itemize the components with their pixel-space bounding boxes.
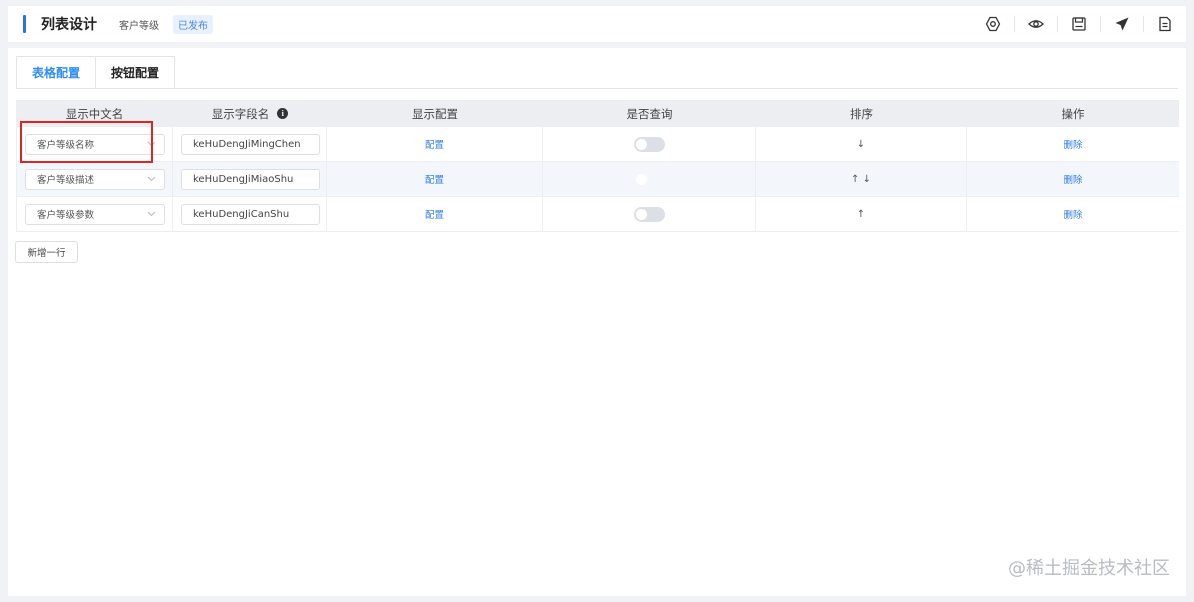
cn-name-value: 客户等级描述 (37, 175, 95, 186)
title-accent-bar (23, 15, 26, 33)
query-toggle[interactable] (633, 171, 665, 187)
sort-arrows[interactable]: ↑ (857, 209, 865, 220)
query-cell (543, 162, 756, 196)
config-link[interactable]: 配置 (425, 207, 444, 221)
delete-link[interactable]: 删除 (1063, 207, 1082, 221)
table-row: 客户等级名称 keHuDengJiMingChen 配置 ↓ 删除 (16, 127, 1179, 162)
query-cell (543, 197, 756, 231)
table-row: 客户等级参数 keHuDengJiCanShu 配置 ↑ 删除 (16, 197, 1179, 232)
column-header-sort: 排序 (850, 106, 873, 121)
query-cell (543, 127, 756, 161)
column-header-field-name: 显示字段名 i (173, 106, 327, 122)
display-config-cell: 配置 (327, 162, 543, 196)
config-tabs: 表格配置 按钮配置 (16, 56, 176, 89)
cn-name-cell: 客户等级名称 (16, 127, 173, 161)
add-row-button[interactable]: 新增一行 (15, 241, 78, 263)
field-name-input[interactable]: keHuDengJiMingChen (181, 133, 320, 155)
config-link[interactable]: 配置 (425, 137, 444, 151)
info-icon[interactable]: i (277, 108, 289, 119)
page-subtitle: 客户等级 (119, 20, 159, 32)
field-name-cell: keHuDengJiMiaoShu (173, 162, 327, 196)
header-toolbar (971, 6, 1186, 42)
save-button[interactable] (1057, 6, 1100, 42)
document-icon (1158, 16, 1171, 32)
status-badge: 已发布 (173, 14, 213, 34)
document-button[interactable] (1143, 6, 1186, 42)
preview-button[interactable] (1014, 6, 1057, 42)
column-header-cn-name: 显示中文名 (65, 106, 124, 121)
sort-arrows[interactable]: ↓ (857, 139, 865, 150)
query-toggle[interactable] (633, 206, 665, 222)
page-header: 列表设计 客户等级 已发布 (8, 6, 1186, 42)
sort-cell: ↑ ↓ (756, 162, 967, 196)
delete-link[interactable]: 删除 (1063, 172, 1082, 186)
main-panel: 表格配置 按钮配置 显示中文名 显示字段名 i 显示配置 是否查询 排序 操作 … (8, 48, 1186, 596)
send-icon (1115, 17, 1128, 31)
column-header-field-name-label: 显示字段名 (211, 106, 270, 121)
tab-table-config[interactable]: 表格配置 (16, 56, 97, 89)
column-header-actions: 操作 (1061, 106, 1085, 121)
field-name-cell: keHuDengJiMingChen (173, 127, 327, 161)
config-link[interactable]: 配置 (425, 172, 444, 186)
chevron-down-icon (147, 141, 156, 147)
sort-arrows[interactable]: ↑ ↓ (851, 174, 871, 185)
cn-name-cell: 客户等级参数 (16, 197, 173, 231)
publish-button[interactable] (1100, 6, 1143, 42)
cn-name-select[interactable]: 客户等级参数 (25, 203, 165, 225)
field-name-cell: keHuDengJiCanShu (173, 197, 327, 231)
tab-button-config[interactable]: 按钮配置 (96, 56, 176, 89)
tab-divider (16, 88, 1178, 89)
field-name-input[interactable]: keHuDengJiCanShu (181, 203, 320, 225)
chevron-down-icon (147, 176, 156, 182)
table-header: 显示中文名 显示字段名 i 显示配置 是否查询 排序 操作 (16, 100, 1179, 127)
settings-icon (985, 16, 1000, 32)
column-header-queryable: 是否查询 (626, 106, 673, 121)
action-cell: 删除 (967, 127, 1179, 161)
field-name-input[interactable]: keHuDengJiMiaoShu (181, 168, 320, 190)
action-cell: 删除 (967, 197, 1179, 231)
cn-name-cell: 客户等级描述 (16, 162, 173, 196)
cn-name-select[interactable]: 客户等级描述 (25, 168, 165, 190)
delete-link[interactable]: 删除 (1063, 137, 1082, 151)
cn-name-value: 客户等级参数 (37, 210, 95, 221)
save-icon (1071, 17, 1086, 31)
display-config-cell: 配置 (327, 197, 543, 231)
action-cell: 删除 (967, 162, 1179, 196)
column-config-table: 显示中文名 显示字段名 i 显示配置 是否查询 排序 操作 客户等级名称 keH… (16, 100, 1179, 232)
display-config-cell: 配置 (327, 127, 543, 161)
sort-cell: ↓ (756, 127, 967, 161)
chevron-down-icon (147, 211, 156, 217)
column-header-display-config: 显示配置 (412, 106, 458, 121)
sort-cell: ↑ (756, 197, 967, 231)
cn-name-value: 客户等级名称 (37, 140, 95, 151)
eye-icon (1027, 20, 1044, 28)
settings-button[interactable] (971, 6, 1014, 42)
table-row: 客户等级描述 keHuDengJiMiaoShu 配置 ↑ ↓ 删除 (16, 162, 1179, 197)
page-title: 列表设计 (41, 17, 97, 33)
watermark: @稀土掘金技术社区 (1008, 558, 1170, 579)
query-toggle[interactable] (633, 136, 665, 152)
cn-name-select[interactable]: 客户等级名称 (25, 133, 165, 155)
